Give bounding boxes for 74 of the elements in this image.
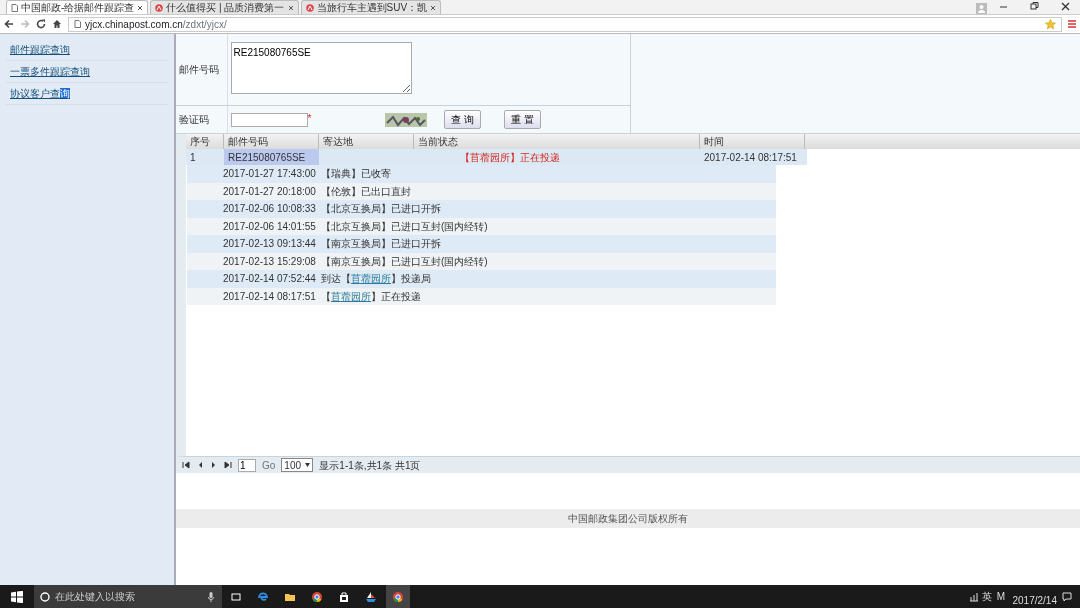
table-cell-text: 1 (189, 150, 197, 165)
event-time: 2017-01-27 20:18:00 (222, 184, 317, 199)
event-status: 【苜蓿园所】正在投递 (321, 289, 421, 304)
site-logo-icon (305, 3, 314, 12)
close-icon[interactable] (287, 4, 294, 11)
go-button[interactable]: Go (262, 457, 276, 473)
next-page-icon[interactable] (210, 461, 218, 469)
browser-tab[interactable]: 当旅行车主遇到SUV：凯 (300, 0, 442, 14)
url-text: yjcx.chinapost.com.cn/zdxt/yjcx/ (85, 17, 227, 32)
captcha-image (385, 112, 428, 127)
restore-icon[interactable] (1029, 1, 1040, 12)
event-time: 2017-02-13 09:13:44 (222, 237, 317, 252)
event-time: 2017-02-13 15:29:08 (222, 254, 317, 269)
event-time: 2017-02-06 10:08:33 (222, 202, 317, 217)
place-link[interactable]: 苜蓿园所 (351, 273, 391, 285)
first-page-icon[interactable] (182, 461, 190, 469)
event-time: 2017-02-14 07:52:44 (222, 272, 317, 287)
tray-indicator[interactable]: M (996, 589, 1005, 604)
notification-icon[interactable] (1062, 591, 1072, 602)
start-icon[interactable] (11, 590, 23, 603)
close-icon[interactable] (1060, 1, 1071, 12)
event-status: 【南京互换局】已进口开拆 (321, 237, 441, 252)
cortana-icon (40, 591, 50, 602)
address-bar[interactable]: yjcx.chinapost.com.cn/zdxt/yjcx/ (68, 16, 1062, 32)
event-status: 【瑞典】已收寄 (321, 167, 391, 182)
required-mark: * (307, 112, 312, 126)
field-label: 验证码 (177, 113, 209, 127)
table-cell-text: 2017-02-14 08:17:51 (703, 150, 798, 165)
sidebar-link[interactable]: 一票多件跟踪查询 (6, 61, 168, 83)
event-status: 【南京互换局】已进口互封(国内经转) (321, 254, 488, 269)
back-icon[interactable] (4, 19, 14, 29)
mail-number-field[interactable]: RE215080765SE (230, 42, 412, 94)
event-time: 2017-02-06 14:01:55 (222, 219, 317, 234)
page-icon (74, 20, 81, 28)
event-time: 2017-02-14 08:17:51 (222, 289, 317, 304)
page-icon (11, 3, 18, 12)
close-icon[interactable] (430, 4, 437, 11)
event-time: 2017-01-27 17:43:00 (222, 167, 317, 182)
reset-button[interactable]: 重 置 (504, 110, 541, 129)
event-status: 【伦敦】已出口直封 (321, 184, 411, 199)
edge-icon[interactable] (256, 590, 269, 603)
star-icon[interactable] (1045, 18, 1056, 30)
table-cell-text: 【苜蓿园所】正在投递 (458, 150, 561, 165)
event-status: 【北京互换局】已进口开拆 (321, 202, 441, 217)
network-icon[interactable] (969, 591, 980, 602)
query-button[interactable]: 查 询 (444, 110, 482, 129)
event-status: 【北京互换局】已进口互封(国内经转) (321, 219, 488, 234)
sidebar-link[interactable]: 邮件跟踪查询 (6, 39, 168, 61)
table-cell[interactable]: RE215080765SE (224, 149, 319, 165)
last-page-icon[interactable] (224, 461, 232, 469)
task-view-icon[interactable] (229, 590, 242, 603)
page-field[interactable]: 1 (238, 458, 256, 472)
browser-tab[interactable]: 中国邮政-给据邮件跟踪查 (6, 0, 149, 14)
caret-icon (305, 463, 311, 467)
tray-indicator[interactable]: 英 (981, 589, 992, 604)
taskbar-search[interactable]: 在此处键入以搜索 (34, 585, 222, 608)
chrome-icon[interactable] (310, 590, 323, 603)
pager-summary: 显示1-1条,共1条 共1页 (319, 458, 421, 473)
page-size-select[interactable]: 100 (281, 458, 314, 472)
place-link[interactable]: 苜蓿园所 (331, 290, 371, 302)
browser-tab[interactable]: 什么值得买 | 品质消费第一 (150, 0, 299, 14)
reload-icon[interactable] (36, 19, 46, 29)
menu-icon[interactable] (1068, 19, 1076, 29)
field-label: 邮件号码 (177, 63, 219, 77)
captcha-field[interactable] (230, 112, 308, 127)
copyright-text: 中国邮政集团公司版权所有 (568, 512, 688, 526)
home-icon[interactable] (52, 19, 62, 29)
site-logo-icon (155, 3, 164, 12)
event-status: 到达【苜蓿园所】投递局 (321, 272, 431, 287)
taskbar-date[interactable]: 2017/2/14 (1012, 593, 1057, 608)
sidebar-link[interactable]: 协议客户查询 (6, 83, 168, 105)
microphone-icon (208, 591, 214, 602)
close-icon[interactable] (137, 4, 144, 11)
boat-icon[interactable] (364, 590, 377, 603)
